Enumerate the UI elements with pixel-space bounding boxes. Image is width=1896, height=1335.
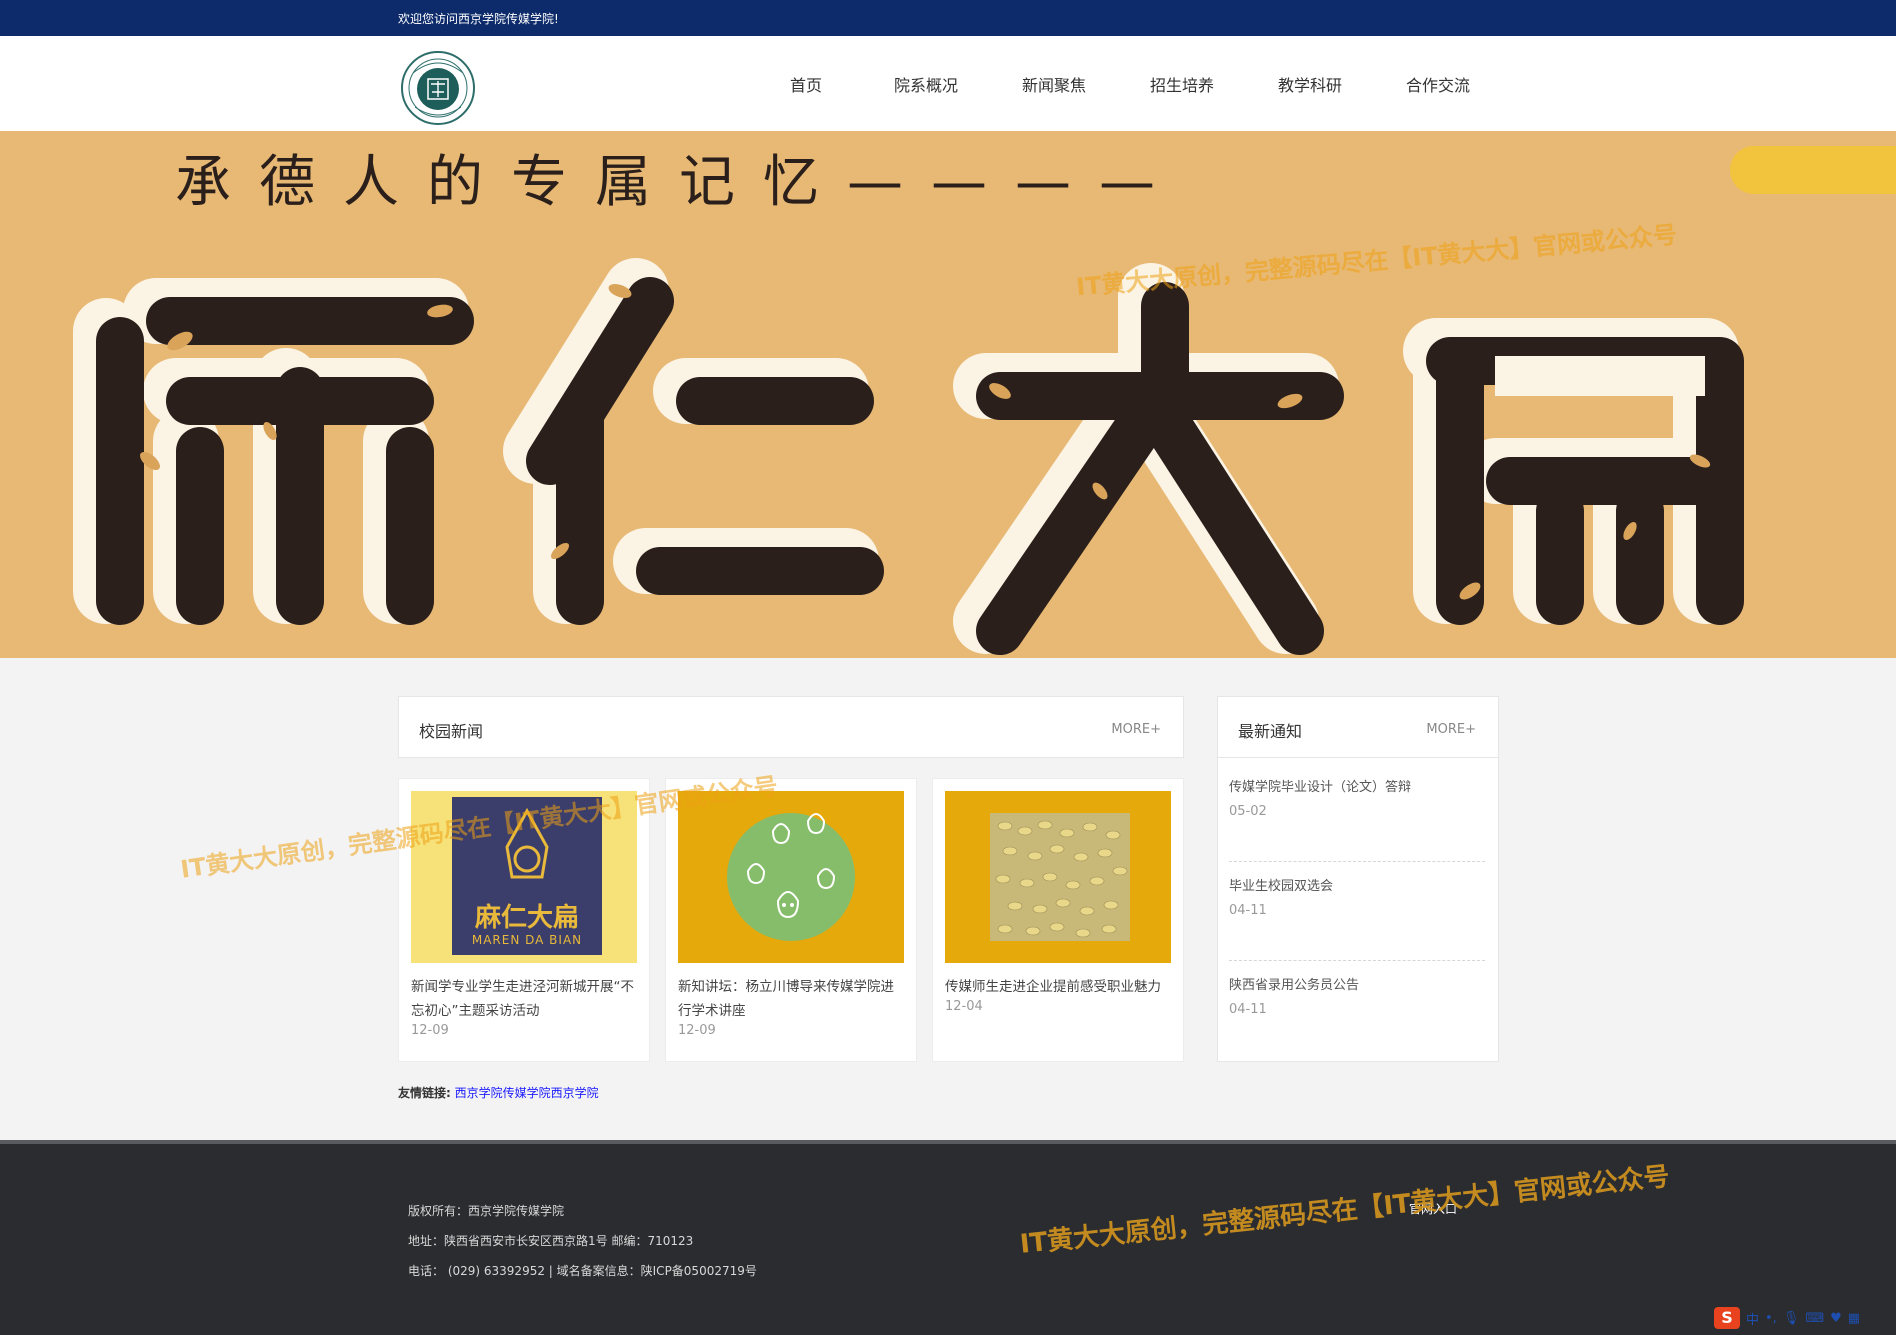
sesame-seeds-photo bbox=[945, 791, 1171, 963]
footer-copyright: 版权所有：西京学院传媒学院 bbox=[408, 1204, 565, 1218]
toolbox-icon[interactable]: ▦ bbox=[1848, 1311, 1860, 1326]
official-site-link[interactable]: 官网入口 bbox=[1409, 1200, 1457, 1217]
ime-language-toggle[interactable]: 中 bbox=[1746, 1309, 1759, 1328]
ime-toolbar[interactable]: S 中 •, 🎙 ⌨ ♥ ▦ bbox=[1714, 1305, 1860, 1331]
friend-links: 友情链接: 西京学院传媒学院西京学院 bbox=[398, 1084, 599, 1101]
site-footer: 版权所有：西京学院传媒学院 地址：陕西省西安市长安区西京路1号 邮编：71012… bbox=[0, 1140, 1896, 1335]
top-bar: 欢迎您访问西京学院传媒学院! bbox=[0, 0, 1896, 36]
notice-item-date: 04-11 bbox=[1229, 903, 1267, 918]
news-item-date: 12-09 bbox=[678, 1023, 716, 1038]
image-brand-text: 麻仁大扁 bbox=[474, 903, 579, 933]
notice-item[interactable]: 陕西省录用公务员公告 04-11 bbox=[1229, 974, 1485, 1017]
news-item-date: 12-04 bbox=[945, 999, 983, 1014]
notice-item-date: 05-02 bbox=[1229, 804, 1267, 819]
notice-divider bbox=[1229, 861, 1485, 862]
nav-department[interactable]: 院系概况 bbox=[862, 72, 990, 102]
news-card[interactable]: 传媒师生走进企业提前感受职业魅力 12-04 bbox=[932, 778, 1184, 1062]
notice-title: 最新通知 bbox=[1238, 722, 1303, 741]
notice-item-date: 04-11 bbox=[1229, 1002, 1267, 1017]
notice-item[interactable]: 传媒学院毕业设计（论文）答辩 05-02 bbox=[1229, 776, 1485, 819]
news-card[interactable]: 新知讲坛：杨立川博导来传媒学院进行学术讲座 12-09 bbox=[665, 778, 917, 1062]
friend-link[interactable]: 西京学院传媒学院 bbox=[455, 1086, 551, 1100]
main-nav: 首页 院系概况 新闻聚焦 招生培养 教学科研 合作交流 bbox=[750, 72, 1502, 102]
notice-item-title[interactable]: 毕业生校园双选会 bbox=[1229, 875, 1485, 894]
news-more-link[interactable]: MORE+ bbox=[1111, 722, 1161, 737]
nav-home[interactable]: 首页 bbox=[750, 72, 862, 102]
skin-icon[interactable]: ♥ bbox=[1830, 1311, 1842, 1326]
punctuation-icon[interactable]: •, bbox=[1765, 1311, 1777, 1326]
image-brand-subtext: MAREN DA BIAN bbox=[471, 933, 583, 947]
hero-banner[interactable]: 承德人的专属记忆———— IT黄大大原创，完整源码尽在【IT黄大大】官网或公众号 bbox=[0, 131, 1896, 658]
banner-headline-art bbox=[73, 258, 1744, 655]
green-circle-seeds-image bbox=[678, 791, 904, 963]
notice-more-link[interactable]: MORE+ bbox=[1426, 722, 1476, 737]
friend-link[interactable]: 西京学院 bbox=[551, 1086, 599, 1100]
notice-item[interactable]: 毕业生校园双选会 04-11 bbox=[1229, 875, 1485, 918]
notice-item-title[interactable]: 传媒学院毕业设计（论文）答辩 bbox=[1229, 776, 1485, 795]
news-item-title[interactable]: 新闻学专业学生走进泾河新城开展“不忘初心”主题采访活动 bbox=[411, 975, 637, 1023]
footer-watermark: IT黄大大原创，完整源码尽在【IT黄大大】官网或公众号 bbox=[1018, 1161, 1672, 1260]
keyboard-icon[interactable]: ⌨ bbox=[1805, 1311, 1824, 1326]
nav-news[interactable]: 新闻聚焦 bbox=[990, 72, 1118, 102]
notice-item-title[interactable]: 陕西省录用公务员公告 bbox=[1229, 974, 1485, 993]
news-item-date: 12-09 bbox=[411, 1023, 449, 1038]
news-title: 校园新闻 bbox=[419, 722, 484, 741]
university-seal-icon[interactable] bbox=[401, 51, 475, 125]
microphone-icon[interactable]: 🎙 bbox=[1783, 1311, 1800, 1326]
news-card[interactable]: 麻仁大扁 MAREN DA BIAN 新闻学专业学生走进泾河新城开展“不忘初心”… bbox=[398, 778, 650, 1062]
news-item-title[interactable]: 新知讲坛：杨立川博导来传媒学院进行学术讲座 bbox=[678, 975, 904, 1023]
friend-links-label: 友情链接: bbox=[398, 1086, 451, 1100]
footer-address: 地址：陕西省西安市长安区西京路1号 邮编：710123 bbox=[408, 1234, 694, 1248]
ime-logo-icon[interactable]: S bbox=[1714, 1307, 1740, 1329]
nav-teaching[interactable]: 教学科研 bbox=[1246, 72, 1374, 102]
nav-cooperation[interactable]: 合作交流 bbox=[1374, 72, 1502, 102]
notice-header: 最新通知 MORE+ bbox=[1218, 697, 1498, 758]
maren-dabian-logo-image: 麻仁大扁 MAREN DA BIAN bbox=[411, 791, 637, 963]
footer-phone: 电话： (029) 63392952 | 域名备案信息：陕ICP备0500271… bbox=[408, 1264, 757, 1278]
site-header: 首页 院系概况 新闻聚焦 招生培养 教学科研 合作交流 bbox=[0, 36, 1896, 131]
nav-admission[interactable]: 招生培养 bbox=[1118, 72, 1246, 102]
news-item-title[interactable]: 传媒师生走进企业提前感受职业魅力 bbox=[945, 975, 1171, 999]
notice-divider bbox=[1229, 960, 1485, 961]
news-header: 校园新闻 MORE+ bbox=[398, 696, 1184, 758]
welcome-text: 欢迎您访问西京学院传媒学院! bbox=[398, 12, 559, 26]
